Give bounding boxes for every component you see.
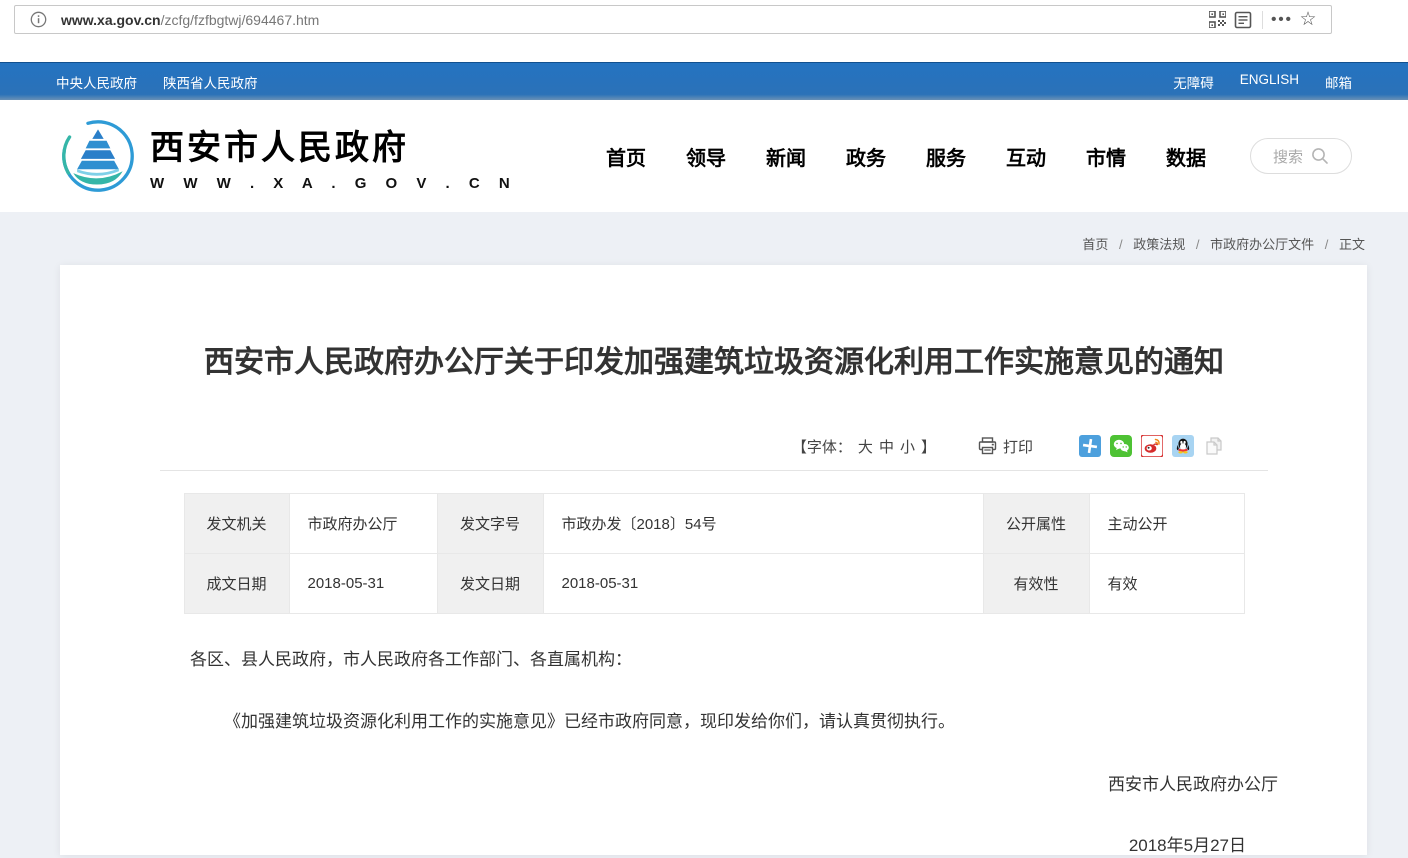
gov-topbar: 中央人民政府 陕西省人民政府 无障碍 ENGLISH 邮箱 xyxy=(0,62,1408,100)
page-area: 首页 / 政策法规 / 市政府办公厅文件 / 正文 西安市人民政府办公厅关于印发… xyxy=(0,212,1408,858)
qq-icon[interactable] xyxy=(1172,435,1194,457)
meta-value-written-date: 2018-05-31 xyxy=(289,554,437,614)
meta-label-doc-number: 发文字号 xyxy=(437,494,543,554)
main-nav: 首页 领导 新闻 政务 服务 互动 市情 数据 xyxy=(606,142,1206,171)
link-mailbox[interactable]: 邮箱 xyxy=(1325,72,1352,92)
link-central-gov[interactable]: 中央人民政府 xyxy=(56,72,137,92)
document-card: 西安市人民政府办公厅关于印发加强建筑垃圾资源化利用工作实施意见的通知 【字体： … xyxy=(60,265,1367,855)
meta-value-publicity: 主动公开 xyxy=(1089,494,1244,554)
meta-label-issue-date: 发文日期 xyxy=(437,554,543,614)
nav-data[interactable]: 数据 xyxy=(1166,142,1206,171)
font-size-widget: 【字体： 大 中 小 】 xyxy=(792,436,936,457)
toolbar-divider xyxy=(160,470,1268,471)
font-size-small-button[interactable]: 小 xyxy=(900,436,915,457)
print-label: 打印 xyxy=(1003,436,1033,457)
document-title: 西安市人民政府办公厅关于印发加强建筑垃圾资源化利用工作实施意见的通知 xyxy=(160,265,1268,382)
nav-interaction[interactable]: 互动 xyxy=(1006,142,1046,171)
nav-services[interactable]: 服务 xyxy=(926,142,966,171)
breadcrumb-separator: / xyxy=(1119,237,1123,252)
browser-chrome: www.xa.gov.cn/zcfg/fzfbgtwj/694467.htm •… xyxy=(0,0,1408,62)
xian-gov-logo-icon[interactable] xyxy=(60,118,136,194)
meta-label-publicity: 公开属性 xyxy=(983,494,1089,554)
topbar-left-links: 中央人民政府 陕西省人民政府 xyxy=(56,72,258,92)
nav-city-info[interactable]: 市情 xyxy=(1086,142,1126,171)
breadcrumb-office-docs[interactable]: 市政府办公厅文件 xyxy=(1210,237,1314,252)
breadcrumb-separator: / xyxy=(1325,237,1329,252)
font-size-medium-button[interactable]: 中 xyxy=(879,436,894,457)
link-english[interactable]: ENGLISH xyxy=(1240,72,1299,92)
article-toolbar: 【字体： 大 中 小 】 打印 xyxy=(160,435,1225,457)
reading-view-icon[interactable] xyxy=(1230,7,1256,33)
link-accessibility[interactable]: 无障碍 xyxy=(1173,72,1214,92)
share-plus-icon[interactable] xyxy=(1079,435,1101,457)
meta-value-validity: 有效 xyxy=(1089,554,1244,614)
nav-leaders[interactable]: 领导 xyxy=(686,142,726,171)
url-text[interactable]: www.xa.gov.cn/zcfg/fzfbgtwj/694467.htm xyxy=(61,12,1204,28)
url-domain: www.xa.gov.cn xyxy=(61,12,161,28)
font-size-large-button[interactable]: 大 xyxy=(858,436,873,457)
search-placeholder: 搜索 xyxy=(1273,146,1303,167)
search-box[interactable]: 搜索 xyxy=(1250,138,1352,174)
article-signature: 西安市人民政府办公厅 xyxy=(190,770,1278,795)
breadcrumb: 首页 / 政策法规 / 市政府办公厅文件 / 正文 xyxy=(0,212,1408,265)
article-date: 2018年5月27日 xyxy=(190,831,1246,856)
meta-label-validity: 有效性 xyxy=(983,554,1089,614)
toolbar-separator xyxy=(1262,11,1263,29)
article-paragraph-salutation: 各区、县人民政府，市人民政府各工作部门、各直属机构： xyxy=(190,645,1238,670)
article-paragraph-main: 《加强建筑垃圾资源化利用工作的实施意见》已经市政府同意，现印发给你们，请认真贯彻… xyxy=(190,707,1238,732)
weibo-icon[interactable] xyxy=(1141,435,1163,457)
font-size-prefix: 【字体： xyxy=(792,436,852,457)
url-path: /zcfg/fzfbgtwj/694467.htm xyxy=(161,12,320,28)
site-url-text: W W W . X A . G O V . C N xyxy=(150,175,517,192)
site-brand: 西安市人民政府 W W W . X A . G O V . C N xyxy=(150,120,517,192)
article-body: 各区、县人民政府，市人民政府各工作部门、各直属机构： 《加强建筑垃圾资源化利用工… xyxy=(160,645,1268,856)
qr-code-icon[interactable] xyxy=(1204,7,1230,33)
font-size-suffix: 】 xyxy=(921,436,936,457)
breadcrumb-separator: / xyxy=(1196,237,1200,252)
meta-value-issuing-agency: 市政府办公厅 xyxy=(289,494,437,554)
meta-value-issue-date: 2018-05-31 xyxy=(543,554,983,614)
topbar-right-links: 无障碍 ENGLISH 邮箱 xyxy=(1173,72,1352,92)
link-shaanxi-gov[interactable]: 陕西省人民政府 xyxy=(163,72,258,92)
share-buttons xyxy=(1079,435,1225,457)
meta-row-2: 成文日期 2018-05-31 发文日期 2018-05-31 有效性 有效 xyxy=(184,554,1244,614)
address-bar[interactable]: www.xa.gov.cn/zcfg/fzfbgtwj/694467.htm •… xyxy=(14,5,1332,34)
search-icon xyxy=(1311,147,1329,165)
printer-icon xyxy=(978,437,997,455)
nav-news[interactable]: 新闻 xyxy=(766,142,806,171)
info-icon[interactable] xyxy=(25,7,51,33)
meta-row-1: 发文机关 市政府办公厅 发文字号 市政办发〔2018〕54号 公开属性 主动公开 xyxy=(184,494,1244,554)
document-meta-table: 发文机关 市政府办公厅 发文字号 市政办发〔2018〕54号 公开属性 主动公开… xyxy=(184,493,1245,614)
nav-home[interactable]: 首页 xyxy=(606,142,646,171)
nav-government[interactable]: 政务 xyxy=(846,142,886,171)
site-header: 西安市人民政府 W W W . X A . G O V . C N 首页 领导 … xyxy=(0,100,1408,212)
site-title: 西安市人民政府 xyxy=(150,120,517,169)
breadcrumb-policies[interactable]: 政策法规 xyxy=(1133,237,1185,252)
meta-label-written-date: 成文日期 xyxy=(184,554,289,614)
breadcrumb-home[interactable]: 首页 xyxy=(1082,237,1108,252)
print-button[interactable]: 打印 xyxy=(978,436,1033,457)
breadcrumb-current: 正文 xyxy=(1339,237,1365,252)
meta-value-doc-number: 市政办发〔2018〕54号 xyxy=(543,494,983,554)
favorite-star-icon[interactable]: ☆ xyxy=(1295,7,1321,33)
wechat-icon[interactable] xyxy=(1110,435,1132,457)
more-icon[interactable]: ••• xyxy=(1269,7,1295,33)
copy-link-icon[interactable] xyxy=(1203,435,1225,457)
meta-label-issuing-agency: 发文机关 xyxy=(184,494,289,554)
